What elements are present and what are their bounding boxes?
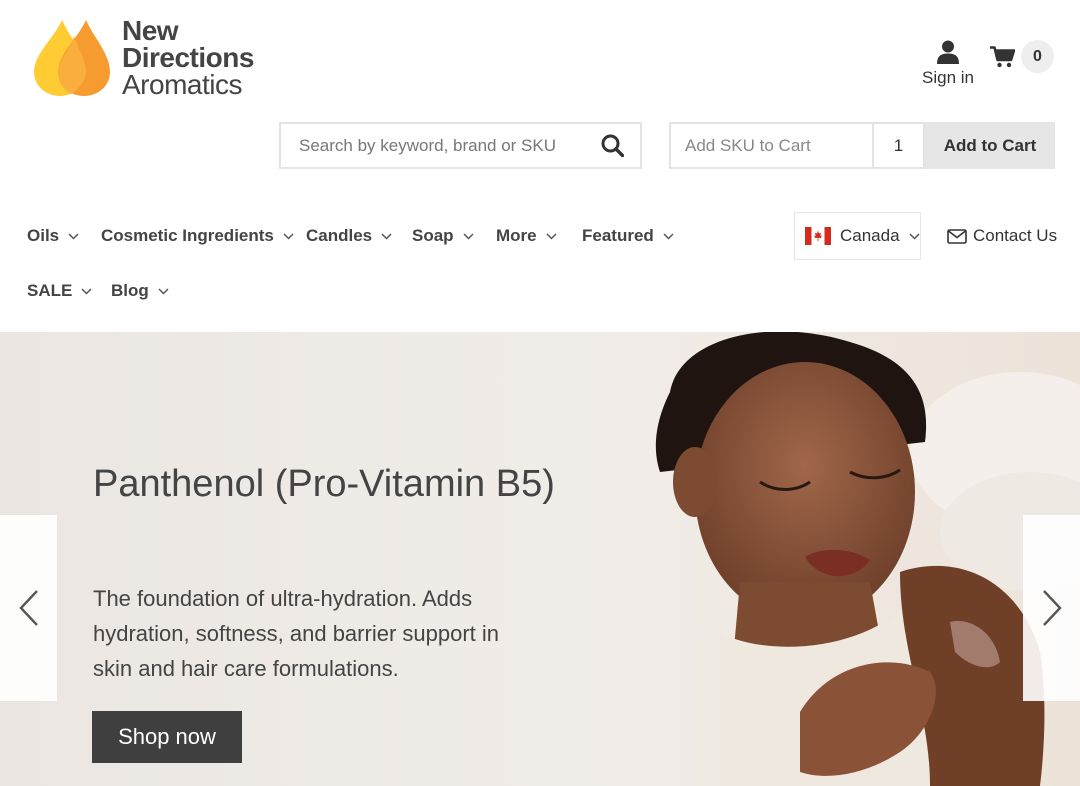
country-selector[interactable]: Canada — [794, 212, 921, 260]
chevron-left-icon — [18, 590, 38, 626]
sign-in-link[interactable]: Sign in — [918, 40, 978, 88]
hero-title: Panthenol (Pro-Vitamin B5) — [93, 463, 555, 505]
chevron-down-icon — [381, 232, 392, 240]
logo-drops-icon — [32, 16, 122, 98]
cart-count-badge: 0 — [1021, 40, 1054, 73]
nav-item-blog[interactable]: Blog — [111, 281, 169, 301]
sign-in-label: Sign in — [922, 68, 974, 87]
hero-slider: Panthenol (Pro-Vitamin B5) The foundatio… — [0, 332, 1080, 786]
nav-item-featured[interactable]: Featured — [582, 226, 674, 246]
chevron-right-icon — [1042, 590, 1062, 626]
nav-item-soap[interactable]: Soap — [412, 226, 474, 246]
chevron-down-icon — [546, 232, 557, 240]
chevron-down-icon — [158, 287, 169, 295]
logo-line-3: Aromatics — [122, 68, 242, 100]
shop-now-button[interactable]: Shop now — [92, 711, 242, 763]
chevron-down-icon — [283, 232, 294, 240]
nav-label: More — [496, 226, 537, 245]
nav-label: Candles — [306, 226, 373, 245]
hero-description: The foundation of ultra-hydration. Adds … — [93, 586, 500, 681]
search-icon — [601, 134, 624, 157]
nav-item-sale[interactable]: SALE — [27, 281, 92, 301]
nav-item-oils[interactable]: Oils — [27, 226, 79, 246]
logo-line-1: New — [122, 14, 179, 46]
hero-image — [655, 332, 1080, 786]
search-input[interactable] — [281, 124, 584, 167]
nav-label: Oils — [27, 226, 60, 245]
chevron-down-icon — [81, 287, 92, 295]
nav-label: Cosmetic Ingredients — [101, 226, 274, 245]
nav-label: Featured — [582, 226, 654, 245]
search-button[interactable] — [584, 124, 640, 167]
add-to-cart-button[interactable]: Add to Cart — [925, 122, 1055, 169]
contact-us-label: Contact Us — [973, 226, 1058, 245]
quick-add-form: Add to Cart — [669, 122, 1055, 169]
chevron-down-icon — [463, 232, 474, 240]
sku-input[interactable] — [669, 122, 874, 169]
slider-prev-button[interactable] — [0, 515, 57, 701]
quantity-input[interactable] — [874, 122, 925, 169]
slider-next-button[interactable] — [1023, 515, 1080, 701]
logo[interactable]: New Directions Aromatics — [32, 16, 254, 98]
envelope-icon — [947, 228, 967, 244]
nav-item-more[interactable]: More — [496, 226, 557, 246]
nav-label: Blog — [111, 281, 149, 300]
user-icon — [937, 40, 959, 64]
canada-flag-icon — [805, 227, 831, 245]
contact-us-link[interactable]: Contact Us — [947, 226, 1057, 246]
nav-item-cosmetic-ingredients[interactable]: Cosmetic Ingredients — [101, 226, 294, 246]
nav-label: SALE — [27, 281, 73, 300]
chevron-down-icon — [663, 232, 674, 240]
search-box — [279, 122, 642, 169]
chevron-down-icon — [68, 232, 79, 240]
nav-label: Soap — [412, 226, 454, 245]
logo-line-2: Directions — [122, 41, 254, 73]
logo-text: New Directions Aromatics — [122, 14, 254, 100]
nav-item-candles[interactable]: Candles — [306, 226, 392, 246]
cart-button[interactable]: 0 — [990, 40, 1054, 73]
chevron-down-icon — [909, 232, 920, 240]
country-label: Canada — [840, 226, 900, 245]
cart-icon — [990, 45, 1015, 67]
